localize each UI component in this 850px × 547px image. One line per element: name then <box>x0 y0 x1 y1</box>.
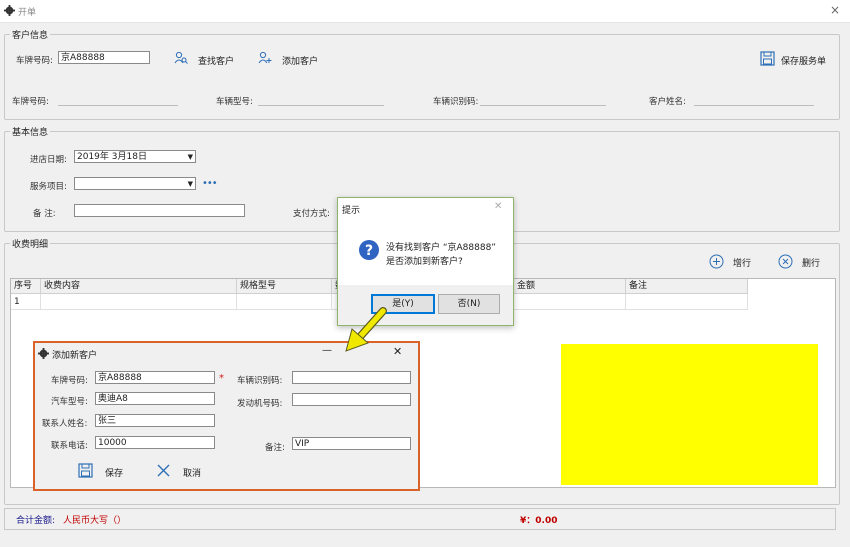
column-header[interactable]: 序号 <box>11 279 41 294</box>
table-cell[interactable] <box>41 294 237 310</box>
column-header[interactable]: 金额 <box>514 279 626 294</box>
total-label: 合计金额: <box>16 516 56 526</box>
plate-search-input[interactable]: 京A88888 <box>58 51 150 64</box>
add-customer-icon <box>258 51 272 64</box>
delete-row-icon <box>778 254 793 269</box>
no-button[interactable]: 否(N) <box>438 294 500 314</box>
column-header[interactable]: 收费内容 <box>41 279 237 294</box>
service-label: 服务项目: <box>30 182 67 192</box>
engine-no-label: 发动机号码: <box>237 399 283 409</box>
contact-name-label: 联系人姓名: <box>42 419 88 429</box>
engine-no-input[interactable] <box>292 393 411 406</box>
date-value: 2019年 3月18日 <box>77 152 147 162</box>
cancel-icon <box>157 464 170 477</box>
prompt-message-line1: 没有找到客户 “京A88888” <box>386 243 496 253</box>
total-amount: ¥：0.00 <box>520 516 558 526</box>
car-model-label: 汽车型号: <box>51 397 88 407</box>
title-bar: 开单 × <box>0 0 850 23</box>
payment-label: 支付方式: <box>293 209 330 219</box>
model-label: 车辆型号: <box>216 97 253 107</box>
remark-label: 备注: <box>265 443 285 453</box>
vin-label: 车辆识别码: <box>433 97 479 107</box>
plate-value-line <box>58 104 178 106</box>
annotation-arrow <box>345 307 387 352</box>
window-title: 开单 <box>18 8 37 18</box>
gear-icon <box>38 348 49 359</box>
delete-row-button[interactable]: 删行 <box>802 256 820 269</box>
customer-name-value-line <box>694 104 814 106</box>
service-select[interactable]: ▼ <box>74 177 196 190</box>
column-header[interactable]: 规格型号 <box>237 279 332 294</box>
phone-input[interactable]: 10000 <box>95 436 215 449</box>
save-icon <box>78 463 93 478</box>
dialog-close-button[interactable]: ✕ <box>393 345 402 358</box>
customer-name-label: 客户姓名: <box>649 97 686 107</box>
plate-search-label: 车牌号码: <box>16 56 53 66</box>
rmb-uppercase-label: 人民币大写（） <box>63 516 127 526</box>
save-button[interactable]: 保存 <box>105 466 123 479</box>
table-cell[interactable] <box>237 294 332 310</box>
vin-input[interactable] <box>292 371 411 384</box>
add-customer-button[interactable]: 添加客户 <box>282 54 318 67</box>
find-customer-icon <box>174 51 188 64</box>
question-icon: ? <box>359 240 379 260</box>
prompt-title: 提示 <box>342 206 361 216</box>
table-cell[interactable]: 1 <box>11 294 41 310</box>
more-options-button[interactable]: ••• <box>202 178 218 189</box>
date-label: 进店日期: <box>30 155 67 165</box>
vin-label: 车辆识别码: <box>237 376 283 386</box>
customer-info-legend: 客户信息 <box>10 28 51 41</box>
charges-legend: 收费明细 <box>10 237 51 250</box>
phone-label: 联系电话: <box>51 441 88 451</box>
plate-input[interactable]: 京A88888 <box>95 371 215 384</box>
required-marker: * <box>219 373 224 384</box>
remark-input[interactable] <box>74 204 245 217</box>
window-close-button[interactable]: × <box>830 3 840 17</box>
contact-name-input[interactable]: 张三 <box>95 414 215 427</box>
prompt-close-button[interactable]: ✕ <box>494 201 502 212</box>
model-value-line <box>258 104 384 106</box>
prompt-message-line2: 是否添加到新客户? <box>386 257 463 267</box>
add-row-button[interactable]: 增行 <box>733 256 751 269</box>
date-picker[interactable]: 2019年 3月18日 ▼ <box>74 150 196 163</box>
table-cell[interactable] <box>626 294 748 310</box>
find-customer-button[interactable]: 查找客户 <box>198 54 234 67</box>
plate-label: 车牌号码: <box>12 97 49 107</box>
vin-value-line <box>480 104 606 106</box>
customer-info-group <box>4 34 840 120</box>
footer-bar <box>4 508 836 530</box>
dialog-title: 添加新客户 <box>52 351 98 361</box>
highlight-box <box>561 344 818 485</box>
new-customer-dialog: 添加新客户 — ✕ 车牌号码: 京A88888 * 汽车型号: 奥迪A8 联系人… <box>33 341 420 491</box>
remark-label: 备 注: <box>33 209 56 219</box>
add-row-icon <box>709 254 724 269</box>
column-header[interactable]: 备注 <box>626 279 748 294</box>
basic-info-legend: 基本信息 <box>10 125 51 138</box>
cancel-button[interactable]: 取消 <box>183 466 201 479</box>
chevron-down-icon: ▼ <box>187 153 193 161</box>
save-icon <box>760 51 775 66</box>
minimize-button[interactable]: — <box>322 345 332 356</box>
svg-text:?: ? <box>365 243 373 259</box>
remark-input[interactable]: VIP <box>292 437 411 450</box>
plate-label: 车牌号码: <box>51 376 88 386</box>
car-model-input[interactable]: 奥迪A8 <box>95 392 215 405</box>
save-order-button[interactable]: 保存服务单 <box>781 54 826 67</box>
chevron-down-icon: ▼ <box>187 180 193 188</box>
table-cell[interactable] <box>514 294 626 310</box>
gear-icon <box>4 5 15 16</box>
